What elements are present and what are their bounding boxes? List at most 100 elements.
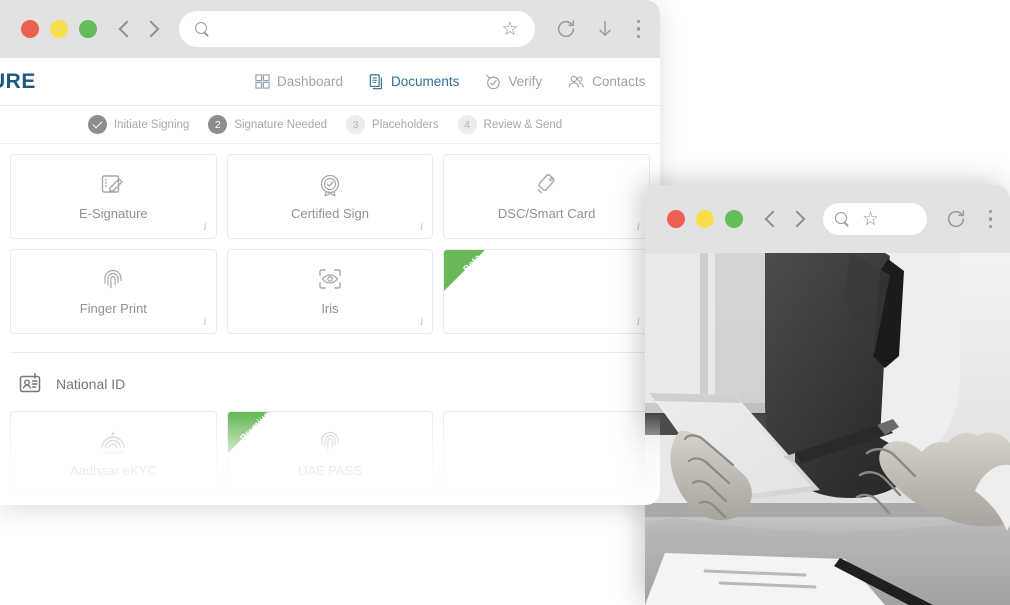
card-beta-method[interactable]: Beta i (443, 249, 650, 334)
step-marker: 2 (208, 115, 228, 134)
card-aadhaar-ekyc[interactable]: AADHAAR Aadhaar eKYC (10, 411, 217, 496)
aadhaar-icon: AADHAAR (96, 429, 130, 455)
card-finger-print[interactable]: Finger Print i (10, 249, 217, 334)
maximize-window-button[interactable] (725, 210, 743, 228)
nav-item-verify[interactable]: Verify (485, 74, 542, 90)
card-label: E-Signature (79, 206, 148, 221)
national-id-section-header: National ID (10, 353, 650, 411)
browser-tool-icons-secondary (939, 208, 997, 230)
nav-item-documents[interactable]: Documents (369, 73, 460, 90)
screenshot-stage: ☆ URE (0, 0, 1010, 605)
address-bar-secondary[interactable]: ☆ (823, 203, 927, 235)
card-info-icon[interactable]: i (637, 219, 640, 234)
card-certified-sign[interactable]: Certified Sign i (226, 154, 434, 239)
e-signature-pad-icon (100, 172, 126, 198)
search-icon (195, 21, 210, 37)
nav-item-label: Documents (391, 74, 460, 89)
nav-item-label: Dashboard (277, 74, 344, 89)
card-info-icon[interactable]: i (420, 219, 423, 234)
beta-badge-label: Beta (461, 252, 484, 274)
nav-item-contacts[interactable]: Contacts (568, 74, 645, 89)
documents-icon (369, 73, 383, 89)
address-bar[interactable]: ☆ (179, 11, 535, 47)
card-info-icon[interactable]: i (203, 219, 206, 234)
id-card-icon (19, 372, 41, 393)
download-icon[interactable] (595, 18, 615, 40)
nav-item-label: Verify (508, 74, 543, 89)
national-id-grid: AADHAAR Aadhaar eKYC Premium UAE PASS (10, 411, 650, 496)
business-signing-photo (645, 253, 1010, 605)
close-window-button[interactable] (21, 20, 39, 38)
svg-text:AADHAAR: AADHAAR (103, 450, 123, 455)
fingerprint-icon (100, 267, 126, 293)
minimize-window-button[interactable] (50, 20, 68, 38)
step-initiate-signing[interactable]: Initiate Signing (87, 115, 190, 134)
browser-toolbar-primary: ☆ (0, 0, 660, 58)
step-placeholders[interactable]: 3 Placeholders (346, 115, 439, 134)
close-window-button[interactable] (667, 210, 685, 228)
card-label: Certified Sign (290, 206, 370, 221)
card-label: Aadhaar eKYC (69, 463, 157, 478)
fingerprint-icon (317, 429, 343, 455)
step-label: Initiate Signing (113, 118, 190, 131)
browser-window-primary: ☆ URE (0, 0, 660, 505)
verify-badge-icon (486, 74, 501, 89)
step-review-and-send[interactable]: 4 Review & Send (457, 115, 563, 134)
signature-method-grid: E-Signature i Certified Sign i DSC/Smart… (10, 154, 650, 334)
step-label: Signature Needed (234, 118, 328, 131)
reload-icon[interactable] (555, 18, 577, 40)
step-marker (87, 115, 107, 134)
dashboard-grid-icon (255, 74, 270, 89)
card-uae-pass[interactable]: Premium UAE PASS (226, 411, 434, 496)
back-icon[interactable] (113, 18, 135, 40)
star-icon[interactable]: ☆ (501, 20, 518, 39)
photo-illustration (645, 253, 1010, 605)
kebab-menu-icon[interactable] (633, 19, 645, 39)
card-info-icon[interactable]: i (637, 314, 640, 329)
nav-item-dashboard[interactable]: Dashboard (255, 74, 343, 89)
app-main-nav: Dashboard Documents Verify Contacts (255, 73, 645, 90)
app-logo[interactable]: URE (0, 70, 36, 94)
contacts-people-icon (568, 75, 584, 88)
app-header: URE Dashboard (0, 58, 660, 106)
forward-icon[interactable] (785, 208, 807, 230)
step-label: Placeholders (372, 118, 439, 131)
forward-icon[interactable] (139, 18, 161, 40)
window-traffic-lights-secondary (667, 210, 743, 228)
signature-options-content: E-Signature i Certified Sign i DSC/Smart… (0, 144, 660, 496)
back-icon[interactable] (759, 208, 781, 230)
reload-icon[interactable] (945, 208, 967, 230)
step-marker: 3 (346, 115, 366, 134)
browser-window-secondary: ☆ (645, 185, 1010, 605)
card-label: UAE PASS (297, 463, 363, 478)
browser-nav-arrows (113, 18, 161, 40)
card-dsc-smart-card[interactable]: DSC/Smart Card i (443, 154, 650, 239)
card-info-icon[interactable]: i (420, 314, 423, 329)
kebab-menu-icon[interactable] (985, 209, 997, 229)
card-e-signature[interactable]: E-Signature i (10, 154, 217, 239)
maximize-window-button[interactable] (79, 20, 97, 38)
premium-badge: Premium (228, 412, 286, 470)
window-traffic-lights (21, 20, 97, 38)
signing-stepper: Initiate Signing 2 Signature Needed 3 Pl… (0, 106, 660, 144)
browser-tool-icons (549, 18, 645, 40)
card-label: Iris (321, 301, 339, 316)
card-iris[interactable]: Iris i (226, 249, 434, 334)
browser-nav-arrows-secondary (759, 208, 807, 230)
browser-toolbar-secondary: ☆ (645, 185, 1010, 253)
card-label: Finger Print (79, 301, 147, 316)
step-signature-needed[interactable]: 2 Signature Needed (208, 115, 327, 134)
search-icon (835, 211, 850, 227)
minimize-window-button[interactable] (696, 210, 714, 228)
star-icon[interactable]: ☆ (862, 210, 879, 229)
card-label: DSC/Smart Card (497, 206, 596, 221)
iris-scan-icon (317, 267, 343, 293)
section-label: National ID (56, 376, 126, 392)
nav-item-label: Contacts (592, 74, 646, 89)
card-info-icon[interactable]: i (203, 314, 206, 329)
certified-seal-icon (317, 172, 343, 198)
step-label: Review & Send (483, 118, 563, 131)
step-marker: 4 (457, 115, 477, 134)
card-national-id-third[interactable] (443, 411, 650, 496)
beta-badge: Beta (444, 250, 502, 308)
